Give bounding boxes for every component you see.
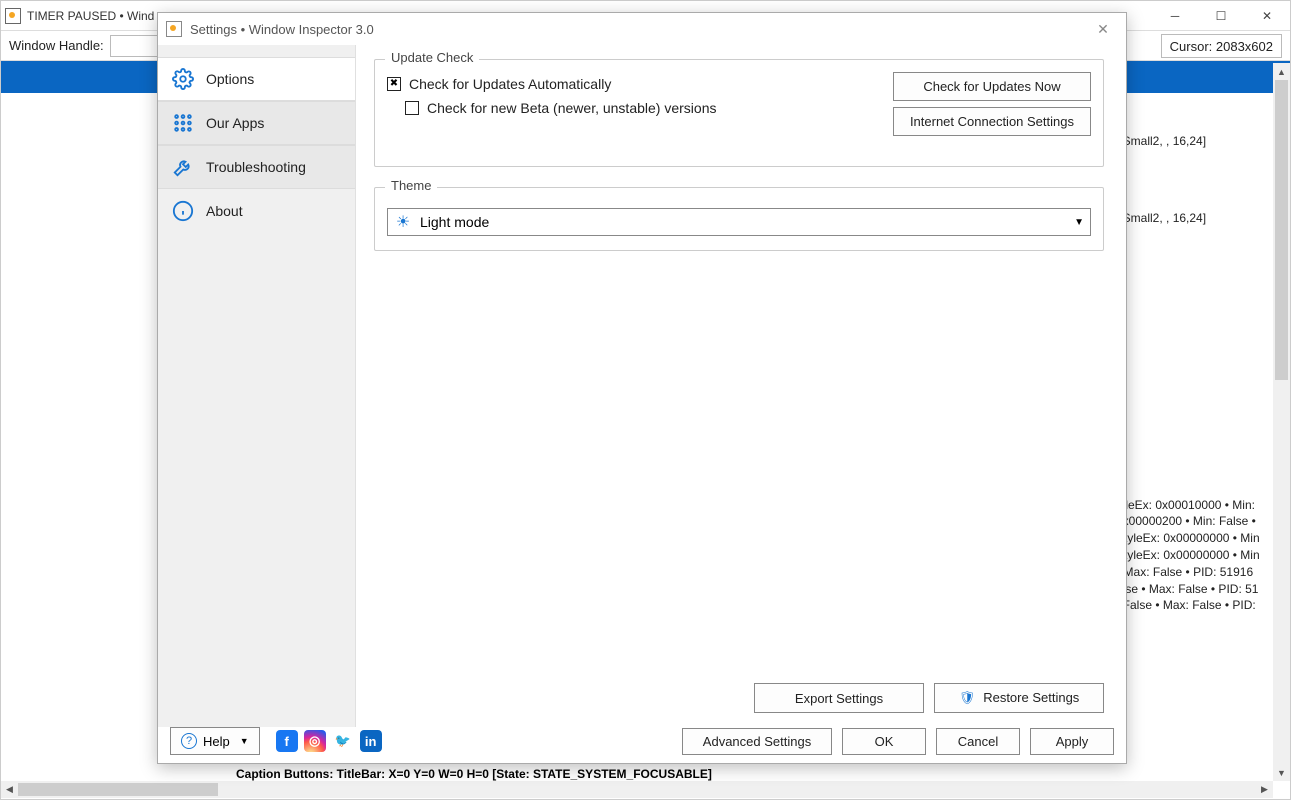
bg-text: alse • Max: False • PID: 51 <box>1116 581 1276 598</box>
chevron-down-icon: ▼ <box>240 736 249 746</box>
sidebar-item-label: Our Apps <box>206 115 264 131</box>
sidebar-item-label: About <box>206 203 243 219</box>
sidebar-item-our-apps[interactable]: Our Apps <box>158 101 355 145</box>
twitter-icon[interactable]: 🐦 <box>332 730 354 752</box>
bg-text: tyleEx: 0x00010000 • Min: <box>1116 497 1276 514</box>
bg-text: _Small2, , 16,24] <box>1116 133 1276 150</box>
sidebar-item-label: Options <box>206 71 254 87</box>
bg-text: • Max: False • PID: 51916 <box>1116 564 1276 581</box>
dialog-titlebar: Settings • Window Inspector 3.0 ✕ <box>158 13 1126 45</box>
bg-text: StyleEx: 0x00000000 • Min <box>1116 530 1276 547</box>
sidebar-item-options[interactable]: Options <box>158 57 355 101</box>
export-settings-button[interactable]: Export Settings <box>754 683 924 713</box>
bg-text: 0x00000200 • Min: False • <box>1116 513 1276 530</box>
settings-dialog: Settings • Window Inspector 3.0 ✕ Option… <box>157 12 1127 764</box>
apply-button[interactable]: Apply <box>1030 728 1114 755</box>
dialog-title: Settings • Window Inspector 3.0 <box>190 22 374 37</box>
sidebar-item-about[interactable]: About <box>158 189 355 233</box>
grid-icon <box>172 112 194 134</box>
dialog-close-button[interactable]: ✕ <box>1080 13 1126 45</box>
gear-icon <box>172 68 194 90</box>
advanced-settings-button[interactable]: Advanced Settings <box>682 728 832 755</box>
bg-text: StyleEx: 0x00000000 • Min <box>1116 547 1276 564</box>
background-info-panel: _Small2, , 16,24] _Small2, , 16,24] tyle… <box>1116 93 1276 789</box>
checkbox-auto-updates[interactable] <box>387 77 401 91</box>
scroll-up-icon[interactable]: ▲ <box>1273 63 1290 80</box>
horizontal-scrollbar[interactable]: ◀ ▶ <box>1 781 1273 798</box>
theme-select[interactable]: ☀ Light mode ▼ <box>387 208 1091 236</box>
dialog-app-icon <box>166 21 182 37</box>
ok-button[interactable]: OK <box>842 728 926 755</box>
bg-text: _Small2, , 16,24] <box>1116 210 1276 227</box>
vertical-scrollbar[interactable]: ▲ ▼ <box>1273 63 1290 781</box>
scroll-down-icon[interactable]: ▼ <box>1273 764 1290 781</box>
check-updates-auto-label: Check for Updates Automatically <box>409 76 611 92</box>
chevron-down-icon: ▼ <box>1074 217 1084 228</box>
restore-settings-label: Restore Settings <box>983 690 1079 705</box>
settings-content: Update Check Check for Updates Automatic… <box>356 45 1126 727</box>
checkbox-beta[interactable] <box>405 101 419 115</box>
scroll-thumb[interactable] <box>1275 80 1288 380</box>
dialog-footer: ? Help ▼ f ◎ 🐦 in Advanced Settings OK C… <box>158 719 1126 763</box>
check-beta-label: Check for new Beta (newer, unstable) ver… <box>427 100 716 116</box>
bottom-info: Caption Buttons: TitleBar: X=0 Y=0 W=0 H… <box>236 767 1272 781</box>
bg-text: : False • Max: False • PID: <box>1116 597 1276 614</box>
caption-buttons-text: Caption Buttons: TitleBar: X=0 Y=0 W=0 H… <box>236 767 712 781</box>
minimize-button[interactable]: ─ <box>1152 1 1198 31</box>
close-button[interactable]: ✕ <box>1244 1 1290 31</box>
shield-icon: 🛡 <box>959 690 976 705</box>
help-button[interactable]: ? Help ▼ <box>170 727 260 755</box>
settings-sidebar: Options Our Apps Troubleshooting About <box>158 45 356 727</box>
info-icon <box>172 200 194 222</box>
sun-icon: ☀ <box>394 212 412 232</box>
sidebar-item-label: Troubleshooting <box>206 159 306 175</box>
cursor-position-label: Cursor: 2083x602 <box>1161 34 1282 58</box>
theme-legend: Theme <box>385 178 437 193</box>
theme-group: Theme ☀ Light mode ▼ <box>374 187 1104 251</box>
help-label: Help <box>203 734 230 749</box>
window-controls: ─ ☐ ✕ <box>1152 1 1290 31</box>
theme-selected-label: Light mode <box>420 214 1074 230</box>
cancel-button[interactable]: Cancel <box>936 728 1020 755</box>
maximize-button[interactable]: ☐ <box>1198 1 1244 31</box>
check-updates-now-button[interactable]: Check for Updates Now <box>893 72 1091 101</box>
scroll-right-icon[interactable]: ▶ <box>1256 781 1273 798</box>
update-check-group: Update Check Check for Updates Automatic… <box>374 59 1104 167</box>
facebook-icon[interactable]: f <box>276 730 298 752</box>
help-icon: ? <box>181 733 197 749</box>
window-handle-label: Window Handle: <box>9 38 104 53</box>
instagram-icon[interactable]: ◎ <box>304 730 326 752</box>
main-title: TIMER PAUSED • Wind <box>27 9 154 23</box>
scroll-thumb-h[interactable] <box>18 783 218 796</box>
restore-settings-button[interactable]: 🛡 Restore Settings <box>934 683 1104 713</box>
social-links: f ◎ 🐦 in <box>276 730 382 752</box>
linkedin-icon[interactable]: in <box>360 730 382 752</box>
app-icon <box>5 8 21 24</box>
internet-connection-settings-button[interactable]: Internet Connection Settings <box>893 107 1091 136</box>
update-check-legend: Update Check <box>385 50 479 65</box>
sidebar-item-troubleshooting[interactable]: Troubleshooting <box>158 145 355 189</box>
wrench-icon <box>172 156 194 178</box>
scroll-left-icon[interactable]: ◀ <box>1 781 18 798</box>
